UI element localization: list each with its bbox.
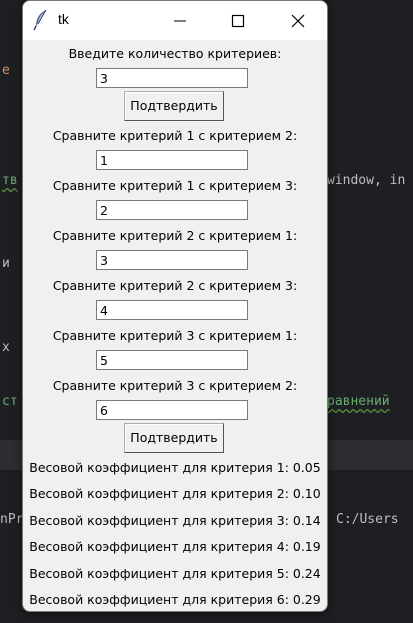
confirm-count-button[interactable]: Подтвердить	[124, 91, 224, 121]
weight-result: Весовой коэффициент для критерия 3: 0.14	[29, 513, 321, 528]
terminal-fragment: C:/Users	[336, 512, 399, 527]
comparison-label: Сравните критерий 1 с критерием 2:	[52, 128, 298, 143]
criteria-count-label: Введите количество критериев:	[68, 46, 282, 61]
weight-result: Весовой коэффициент для критерия 5: 0.24	[29, 566, 321, 581]
weight-result: Весовой коэффициент для критерия 6: 0.29	[29, 592, 321, 607]
window-title: tk	[58, 11, 69, 27]
tk-window: tk Введите количество критериев: 3 Подтв…	[22, 0, 328, 612]
code-fragment: ст	[2, 394, 18, 409]
terminal-fragment: nPr	[0, 512, 24, 527]
minimize-button[interactable]	[151, 1, 209, 40]
comparison-label: Сравните критерий 3 с критерием 2:	[52, 378, 298, 393]
maximize-button[interactable]	[209, 1, 267, 40]
code-fragment: х	[2, 340, 18, 355]
code-fragment: и	[2, 256, 18, 271]
close-icon	[291, 14, 305, 28]
criteria-count-input[interactable]: 3	[96, 68, 248, 88]
comparison-input[interactable]: 2	[96, 200, 248, 220]
code-fragment: window, in	[327, 173, 406, 188]
code-fragment: равнений	[327, 394, 390, 409]
comparison-input[interactable]: 4	[96, 300, 248, 320]
comparison-label: Сравните критерий 1 с критерием 3:	[52, 178, 298, 193]
maximize-icon	[231, 14, 245, 28]
minimize-icon	[174, 20, 186, 22]
comparison-input[interactable]: 1	[96, 150, 248, 170]
weight-result: Весовой коэффициент для критерия 1: 0.05	[29, 460, 321, 475]
comparison-label: Сравните критерий 2 с критерием 3:	[52, 278, 298, 293]
weight-result: Весовой коэффициент для критерия 4: 0.19	[29, 539, 321, 554]
comparison-input[interactable]: 6	[96, 400, 248, 420]
window-content: Введите количество критериев: 3 Подтверд…	[23, 40, 327, 611]
code-fragment: е	[2, 63, 18, 78]
title-bar[interactable]: tk	[23, 1, 327, 40]
weight-result: Весовой коэффициент для критерия 2: 0.10	[29, 486, 321, 501]
comparison-input[interactable]: 5	[96, 350, 248, 370]
code-fragment: тв	[2, 173, 18, 188]
feather-icon	[33, 9, 49, 31]
comparison-label: Сравните критерий 3 с критерием 1:	[52, 328, 298, 343]
close-button[interactable]	[269, 1, 327, 40]
comparison-label: Сравните критерий 2 с критерием 1:	[52, 228, 298, 243]
comparison-input[interactable]: 3	[96, 250, 248, 270]
confirm-comparisons-button[interactable]: Подтвердить	[124, 423, 224, 453]
